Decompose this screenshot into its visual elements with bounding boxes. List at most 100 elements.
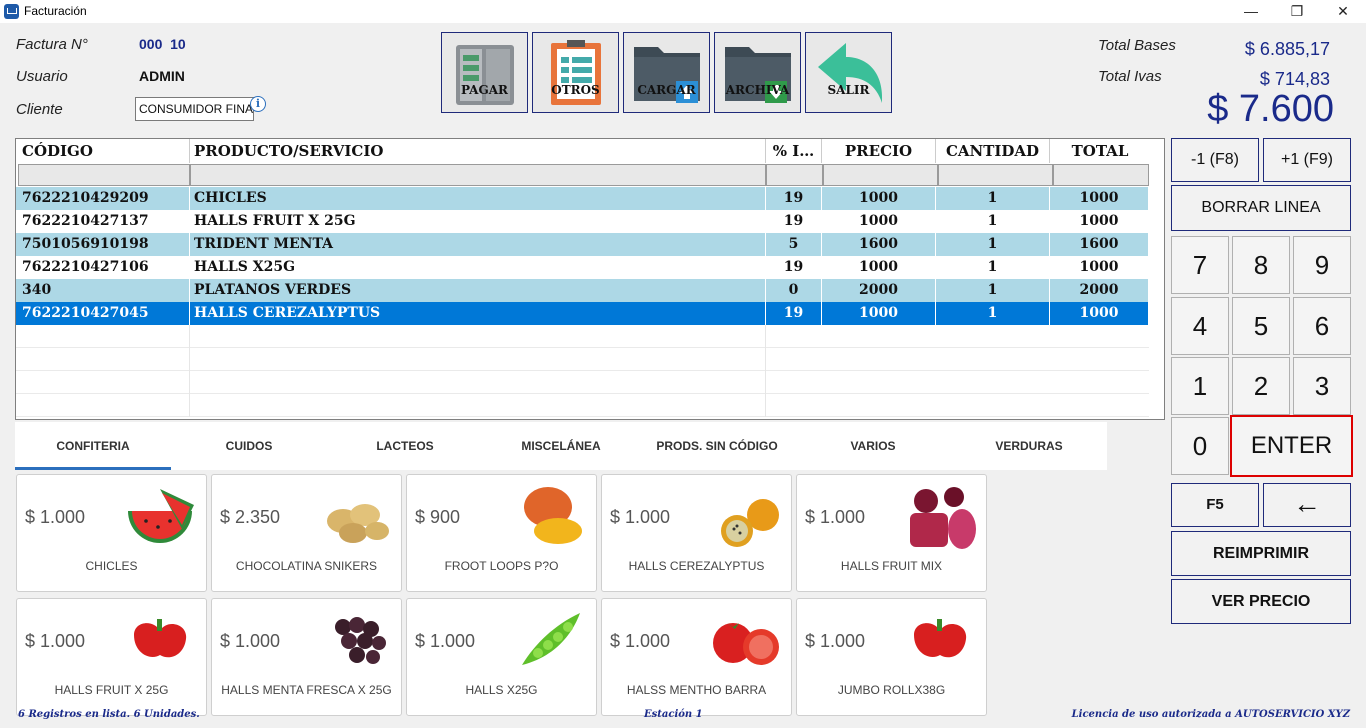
cell-codigo: 340	[22, 279, 190, 302]
cell-codigo: 7622210427106	[22, 256, 190, 279]
key-3[interactable]: 3	[1293, 357, 1351, 415]
product-name: CHICLES	[85, 559, 138, 573]
pepper-icon	[914, 619, 967, 658]
cell-total: 1600	[1050, 233, 1149, 256]
product-price: $ 1.000	[25, 631, 86, 651]
key-2[interactable]: 2	[1232, 357, 1290, 415]
filter-iva[interactable]	[766, 164, 823, 186]
passionfruit-icon	[721, 499, 779, 547]
salir-label: SALIR	[827, 83, 870, 97]
factura-label: Factura N°	[16, 36, 88, 53]
clipboard-icon	[551, 40, 601, 105]
borrar-linea-button[interactable]: BORRAR LINEA	[1171, 185, 1351, 231]
cargar-button[interactable]: CARGAR	[623, 32, 710, 113]
ver-precio-button[interactable]: VER PRECIO	[1171, 579, 1351, 624]
exit-arrow-icon	[818, 43, 883, 103]
app-cart-icon	[4, 4, 19, 19]
header-producto[interactable]: PRODUCTO/SERVICIO	[194, 139, 766, 163]
empty-row	[16, 348, 1149, 371]
grand-total: $ 7.600	[1207, 88, 1334, 130]
cell-total: 2000	[1050, 279, 1149, 302]
header-precio[interactable]: PRECIO	[822, 139, 936, 163]
product-price: $ 900	[415, 507, 461, 527]
product-tile[interactable]: $ 1.000 HALLS FRUIT MIX	[796, 474, 987, 592]
table-row[interactable]: 7622210429209 CHICLES 19 1000 1 1000	[16, 187, 1149, 210]
filter-cantidad[interactable]	[938, 164, 1053, 186]
otros-button[interactable]: OTROS	[532, 32, 619, 113]
table-row-selected[interactable]: 7622210427045 HALLS CEREZALYPTUS 19 1000…	[16, 302, 1149, 325]
product-name: HALLS X25G	[465, 683, 538, 697]
product-tile[interactable]: $ 1.000 HALLS CEREZALYPTUS	[601, 474, 792, 592]
tab-varios[interactable]: VARIOS	[795, 422, 951, 470]
product-tile[interactable]: $ 1.000 CHICLES	[16, 474, 207, 592]
product-tile[interactable]: $ 1.000 HALLS MENTA FRESCA X 25G	[211, 598, 402, 716]
table-row[interactable]: 340 PLATANOS VERDES 0 2000 1 2000	[16, 279, 1149, 302]
cell-codigo: 7501056910198	[22, 233, 190, 256]
cell-cantidad: 1	[936, 279, 1050, 302]
product-tile[interactable]: $ 900 FROOT LOOPS P?O	[406, 474, 597, 592]
cell-iva: 19	[766, 187, 822, 210]
table-row[interactable]: 7501056910198 TRIDENT MENTA 5 1600 1 160…	[16, 233, 1149, 256]
archiva-button[interactable]: ARCHIVA	[714, 32, 801, 113]
total-bases-value: $ 6.885,17	[1244, 39, 1330, 59]
table-row[interactable]: 7622210427137 HALLS FRUIT X 25G 19 1000 …	[16, 210, 1149, 233]
filter-total[interactable]	[1053, 164, 1149, 186]
cliente-field[interactable]: CONSUMIDOR FINAL	[135, 97, 254, 121]
empty-row	[16, 325, 1149, 348]
tab-cuidos[interactable]: CUIDOS	[171, 422, 327, 470]
archiva-label: ARCHIVA	[725, 83, 790, 97]
cell-iva: 19	[766, 302, 822, 325]
header-codigo[interactable]: CÓDIGO	[22, 139, 190, 163]
cell-iva: 0	[766, 279, 822, 302]
key-1[interactable]: 1	[1171, 357, 1229, 415]
cell-precio: 1000	[822, 256, 936, 279]
total-ivas-label: Total Ivas	[1098, 68, 1162, 85]
product-tile[interactable]: $ 2.350 CHOCOLATINA SNIKERS	[211, 474, 402, 592]
key-9[interactable]: 9	[1293, 236, 1351, 294]
filter-producto[interactable]	[190, 164, 766, 186]
tab-miscelanea[interactable]: MISCELÁNEA	[483, 422, 639, 470]
tab-prods-sin-codigo[interactable]: PRODS. SIN CÓDIGO	[639, 422, 795, 470]
product-tile[interactable]: $ 1.000 HALLS X25G	[406, 598, 597, 716]
product-tile[interactable]: $ 1.000 HALLS FRUIT X 25G	[16, 598, 207, 716]
maximize-button[interactable]: ❐	[1274, 0, 1320, 23]
header-iva[interactable]: % I…	[766, 139, 822, 163]
key-4[interactable]: 4	[1171, 297, 1229, 355]
minimize-button[interactable]: —	[1228, 0, 1274, 23]
close-button[interactable]: ✕	[1320, 0, 1366, 23]
salir-button[interactable]: SALIR	[805, 32, 892, 113]
cell-iva: 5	[766, 233, 822, 256]
header-cantidad[interactable]: CANTIDAD	[936, 139, 1050, 163]
tab-verduras[interactable]: VERDURAS	[951, 422, 1107, 470]
product-price: $ 1.000	[805, 631, 866, 651]
enter-button[interactable]: ENTER	[1230, 415, 1353, 477]
pagar-button[interactable]: PAGAR	[441, 32, 528, 113]
product-tile[interactable]: $ 1.000 HALSS MENTHO BARRA	[601, 598, 792, 716]
key-0[interactable]: 0	[1171, 417, 1229, 475]
info-icon[interactable]: i	[250, 96, 266, 112]
product-tile[interactable]: $ 1.000 JUMBO ROLLX38G	[796, 598, 987, 716]
cell-cantidad: 1	[936, 187, 1050, 210]
filter-precio[interactable]	[823, 164, 938, 186]
cell-cantidad: 1	[936, 256, 1050, 279]
plus-one-button[interactable]: +1 (F9)	[1263, 138, 1351, 182]
key-5[interactable]: 5	[1232, 297, 1290, 355]
key-6[interactable]: 6	[1293, 297, 1351, 355]
cell-iva: 19	[766, 210, 822, 233]
key-7[interactable]: 7	[1171, 236, 1229, 294]
header-total[interactable]: TOTAL	[1050, 139, 1150, 163]
title-bar: Facturación — ❐ ✕	[0, 0, 1366, 23]
minus-one-button[interactable]: -1 (F8)	[1171, 138, 1259, 182]
reimprimir-button[interactable]: REIMPRIMIR	[1171, 531, 1351, 576]
table-row[interactable]: 7622210427106 HALLS X25G 19 1000 1 1000	[16, 256, 1149, 279]
filter-codigo[interactable]	[18, 164, 190, 186]
product-name: HALSS MENTHO BARRA	[626, 683, 767, 697]
f5-button[interactable]: F5	[1171, 483, 1259, 527]
product-name: HALLS CEREZALYPTUS	[628, 559, 765, 573]
backspace-button[interactable]: ←	[1263, 483, 1351, 527]
tab-lacteos[interactable]: LACTEOS	[327, 422, 483, 470]
cell-producto: CHICLES	[194, 187, 766, 210]
key-8[interactable]: 8	[1232, 236, 1290, 294]
tab-confiteria[interactable]: CONFITERIA	[15, 422, 171, 470]
cell-producto: HALLS CEREZALYPTUS	[194, 302, 766, 325]
